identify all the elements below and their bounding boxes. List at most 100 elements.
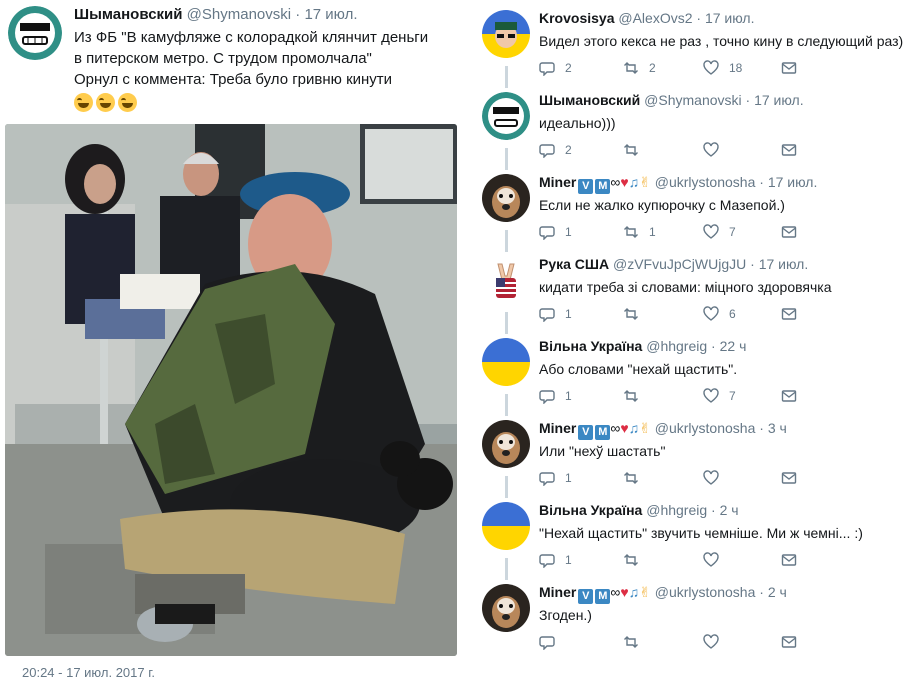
retweet-button[interactable]: [623, 634, 649, 650]
reply-time[interactable]: 17 июл.: [759, 256, 809, 272]
author-handle[interactable]: @ukrlystonosha: [655, 584, 756, 600]
reply-time[interactable]: 17 июл.: [754, 92, 804, 108]
reply-button[interactable]: 2: [539, 142, 572, 158]
author-name[interactable]: Вільна Україна: [539, 502, 642, 518]
reply-button[interactable]: 1: [539, 306, 572, 322]
reply-actions: 1 1 7: [539, 224, 909, 242]
retweet-button[interactable]: [623, 306, 649, 322]
reply-time[interactable]: 2 ч: [768, 584, 787, 600]
direct-message-button[interactable]: [781, 634, 797, 650]
reply-time[interactable]: 2 ч: [720, 502, 739, 518]
reply-text: Згоден.): [539, 607, 592, 623]
like-button[interactable]: [703, 634, 729, 650]
author-name[interactable]: Miner: [539, 420, 576, 436]
author-handle[interactable]: @Shymanovski: [187, 6, 291, 23]
reply-time[interactable]: 22 ч: [720, 338, 747, 354]
direct-message-button[interactable]: [781, 470, 797, 486]
retweet-button[interactable]: [623, 470, 649, 486]
retweet-button[interactable]: [623, 552, 649, 568]
tweet-date[interactable]: 20:24 - 17 июл. 2017 г.: [22, 665, 155, 680]
envelope-icon: [781, 390, 797, 402]
avatar[interactable]: [482, 256, 530, 304]
separator: ·: [295, 6, 301, 23]
author-handle[interactable]: @AlexOvs2: [618, 10, 692, 26]
retweet-icon: [624, 144, 638, 156]
reply-icon: [539, 636, 555, 650]
avatar[interactable]: [482, 92, 530, 140]
avatar[interactable]: [8, 6, 62, 60]
retweet-button[interactable]: [623, 142, 649, 158]
author-name[interactable]: Miner: [539, 174, 576, 190]
avatar[interactable]: [482, 10, 530, 58]
flag-badge-icon: M: [595, 179, 611, 194]
reply-icon: [539, 308, 555, 322]
author-name[interactable]: Рука США: [539, 256, 609, 272]
author-name[interactable]: Krovosisya: [539, 10, 614, 26]
retweet-button[interactable]: 1: [623, 224, 656, 240]
author-name[interactable]: Вільна Україна: [539, 338, 642, 354]
retweet-button[interactable]: [623, 388, 649, 404]
reply-button[interactable]: [539, 634, 565, 650]
author-name[interactable]: Шымановский: [539, 92, 640, 108]
flag-badge-icon: V: [578, 179, 594, 194]
reply-actions: [539, 634, 909, 652]
author-handle[interactable]: @Shymanovski: [644, 92, 741, 108]
reply-icon: [539, 62, 555, 76]
like-button[interactable]: 7: [703, 224, 736, 240]
direct-message-button[interactable]: [781, 388, 797, 404]
tweet-time[interactable]: 17 июл.: [304, 6, 357, 23]
reply-button[interactable]: 2: [539, 60, 572, 76]
reply-tweet: Рука США @zVFvuJpCjWUjgJU · 17 июл. кида…: [470, 246, 909, 328]
reply-button[interactable]: 1: [539, 470, 572, 486]
reply-text: идеально))): [539, 115, 616, 131]
like-button[interactable]: [703, 552, 729, 568]
reply-actions: 2: [539, 142, 909, 160]
tweet-text-line: Из ФБ "В камуфляже с колорадкой клянчит …: [74, 29, 429, 46]
author-handle[interactable]: @ukrlystonosha: [655, 174, 756, 190]
author-name[interactable]: Miner: [539, 584, 576, 600]
reply-icon: [539, 390, 555, 404]
like-button[interactable]: 7: [703, 388, 736, 404]
direct-message-button[interactable]: [781, 142, 797, 158]
reply-time[interactable]: 17 июл.: [705, 10, 755, 26]
separator: ·: [711, 338, 716, 354]
author-name[interactable]: Шымановский: [74, 6, 183, 23]
retweet-icon: [624, 308, 638, 320]
avatar[interactable]: [482, 420, 530, 468]
separator: ·: [750, 256, 755, 272]
envelope-icon: [781, 308, 797, 320]
author-handle[interactable]: @ukrlystonosha: [655, 420, 756, 436]
heart-icon: [703, 306, 719, 321]
reply-time[interactable]: 3 ч: [768, 420, 787, 436]
direct-message-button[interactable]: [781, 224, 797, 240]
reply-tweet: Вільна Україна @hhgreig · 22 ч Або слова…: [470, 328, 909, 410]
retweet-button[interactable]: 2: [623, 60, 656, 76]
heart-emoji-icon: ♥: [620, 174, 629, 190]
direct-message-button[interactable]: [781, 552, 797, 568]
envelope-icon: [781, 62, 797, 74]
direct-message-button[interactable]: [781, 60, 797, 76]
tweet-photo[interactable]: [5, 124, 457, 656]
author-handle[interactable]: @hhgreig: [646, 502, 707, 518]
avatar[interactable]: [482, 584, 530, 632]
reply-button[interactable]: 1: [539, 552, 572, 568]
heart-icon: [703, 470, 719, 485]
reply-count: 1: [565, 307, 572, 321]
reply-header: Miner V M ∞♥♫✌ @ukrlystonosha · 17 июл.: [539, 174, 817, 194]
direct-message-button[interactable]: [781, 306, 797, 322]
author-handle[interactable]: @hhgreig: [646, 338, 707, 354]
like-button[interactable]: 18: [703, 60, 742, 76]
like-button[interactable]: [703, 470, 729, 486]
author-handle[interactable]: @zVFvuJpCjWUjgJU: [613, 256, 746, 272]
reply-header: Вільна Україна @hhgreig · 2 ч: [539, 502, 739, 518]
avatar[interactable]: [482, 174, 530, 222]
avatar[interactable]: [482, 502, 530, 550]
envelope-icon: [781, 554, 797, 566]
reply-time[interactable]: 17 июл.: [768, 174, 818, 190]
reply-button[interactable]: 1: [539, 224, 572, 240]
reply-button[interactable]: 1: [539, 388, 572, 404]
like-button[interactable]: [703, 142, 729, 158]
laughing-emoji-icon: [74, 93, 93, 112]
avatar[interactable]: [482, 338, 530, 386]
like-button[interactable]: 6: [703, 306, 736, 322]
